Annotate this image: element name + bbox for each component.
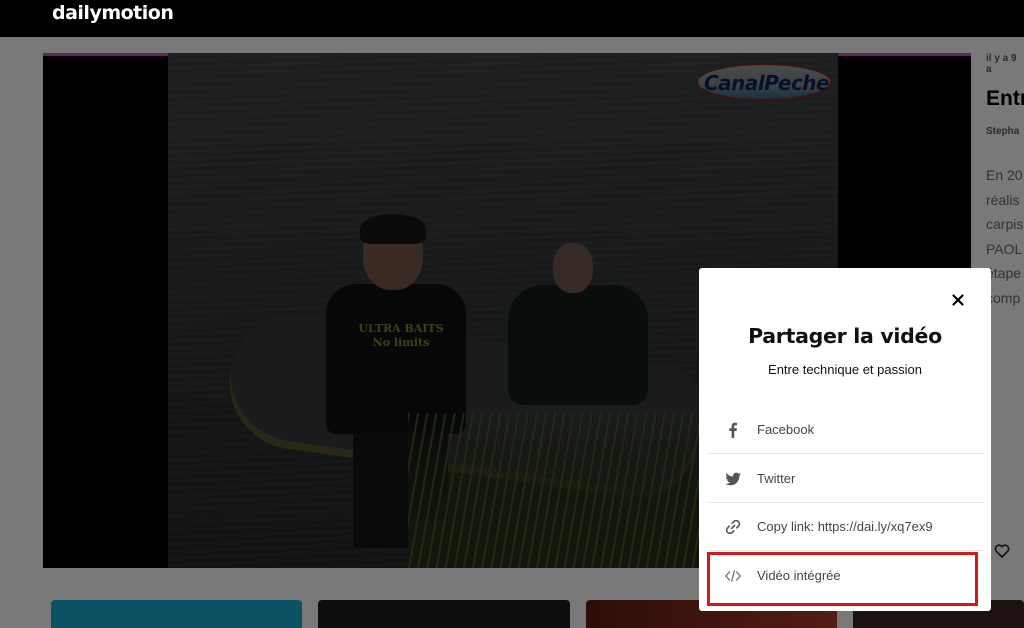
- close-icon[interactable]: [947, 289, 969, 311]
- share-option-label: Twitter: [757, 471, 796, 486]
- share-option-label: Facebook: [757, 422, 815, 437]
- share-option-label: Copy link: https://dai.ly/xq7ex9: [757, 519, 933, 534]
- twitter-icon: [725, 472, 741, 486]
- share-dialog-subtitle: Entre technique et passion: [768, 362, 922, 377]
- link-icon: [725, 519, 741, 535]
- copy-link-option[interactable]: Copy link: https://dai.ly/xq7ex9: [707, 503, 985, 551]
- share-facebook-option[interactable]: Facebook: [707, 406, 985, 454]
- highlight-box: [707, 552, 978, 606]
- dailymotion-logo[interactable]: dailymotion: [52, 2, 174, 24]
- facebook-icon: [729, 422, 737, 438]
- share-twitter-option[interactable]: Twitter: [707, 455, 985, 503]
- top-navigation-bar: dailymotion: [0, 0, 1024, 37]
- share-dialog-title: Partager la vidéo: [748, 324, 942, 348]
